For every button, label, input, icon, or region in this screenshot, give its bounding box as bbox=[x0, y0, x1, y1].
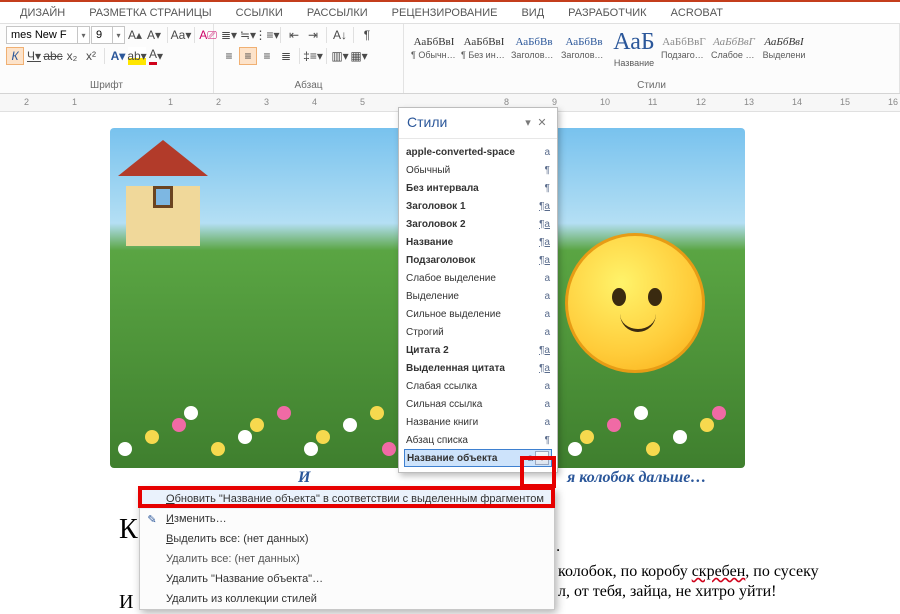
menu-item[interactable]: Удалить "Название объекта"… bbox=[140, 569, 554, 589]
highlight-icon[interactable]: ab▾ bbox=[128, 47, 146, 65]
style-row[interactable]: Абзац списка¶ bbox=[404, 431, 552, 449]
subscript-icon[interactable]: x₂ bbox=[63, 47, 81, 65]
group-styles: АаБбВвІ¶ ОбычныйАаБбВвІ¶ Без инте…АаБбВв… bbox=[404, 24, 900, 93]
style-row[interactable]: Выделенная цитата¶a bbox=[404, 359, 552, 377]
pane-options-icon[interactable]: ▾ bbox=[521, 116, 535, 129]
style-row[interactable]: Цитата 2¶a bbox=[404, 341, 552, 359]
tab-вид[interactable]: ВИД bbox=[509, 5, 556, 23]
styles-pane: Стили ▾ ✕ apple-converted-spaceaОбычный¶… bbox=[398, 107, 558, 473]
style-row[interactable]: Сильное выделениеa bbox=[404, 305, 552, 323]
bullets-icon[interactable]: ≣▾ bbox=[220, 26, 238, 44]
style-thumb[interactable]: АаБНазвание bbox=[610, 26, 658, 70]
font-family-combo[interactable]: ▾ bbox=[6, 26, 90, 44]
doc-line: колобок, по коробу скребен, по сусеку bbox=[558, 563, 819, 581]
sun-character bbox=[565, 233, 705, 373]
house-icon bbox=[118, 140, 208, 250]
font-size-input[interactable] bbox=[92, 27, 112, 43]
text-effects-icon[interactable]: A▾ bbox=[109, 47, 127, 65]
tab-разметка страницы[interactable]: РАЗМЕТКА СТРАНИЦЫ bbox=[77, 5, 223, 23]
quick-styles-gallery[interactable]: АаБбВвІ¶ ОбычныйАаБбВвІ¶ Без инте…АаБбВв… bbox=[410, 26, 808, 70]
shading-icon[interactable]: ▥▾ bbox=[331, 47, 349, 65]
borders-icon[interactable]: ▦▾ bbox=[350, 47, 368, 65]
caption-text: я колобок дальше… bbox=[567, 469, 706, 487]
align-left-icon[interactable]: ≡ bbox=[220, 47, 238, 65]
group-label: Абзац bbox=[214, 79, 403, 93]
group-label: Стили bbox=[404, 79, 899, 93]
strike-icon[interactable]: abc bbox=[44, 47, 62, 65]
style-row[interactable]: Сильная ссылкаa bbox=[404, 395, 552, 413]
italic-icon[interactable]: К bbox=[6, 47, 24, 65]
style-row[interactable]: Название¶a bbox=[404, 233, 552, 251]
style-thumb[interactable]: АаБбВвІВыделени bbox=[760, 26, 808, 70]
align-right-icon[interactable]: ≡ bbox=[258, 47, 276, 65]
tab-рецензирование[interactable]: РЕЦЕНЗИРОВАНИЕ bbox=[380, 5, 510, 23]
shrink-font-icon[interactable]: A▾ bbox=[145, 26, 163, 44]
style-row[interactable]: Название объектаa▾ bbox=[404, 449, 552, 467]
style-thumb[interactable]: АаБбВвІ¶ Без инте… bbox=[460, 26, 508, 70]
menu-item[interactable]: Удалить из коллекции стилей bbox=[140, 589, 554, 609]
style-row[interactable]: Строгийa bbox=[404, 323, 552, 341]
ribbon: ▾ ▾ A▴ A▾ Aa▾ A⎚ К Ч▾ abc x₂ x² bbox=[0, 24, 900, 94]
tab-разработчик[interactable]: РАЗРАБОТЧИК bbox=[556, 5, 658, 23]
doc-line: И bbox=[119, 591, 133, 614]
menu-item[interactable]: Выделить все: (нет данных) bbox=[140, 529, 554, 549]
style-row[interactable]: Слабая ссылкаa bbox=[404, 377, 552, 395]
styles-list: apple-converted-spaceaОбычный¶Без интерв… bbox=[399, 139, 557, 472]
style-thumb[interactable]: АаБбВвІ¶ Обычный bbox=[410, 26, 458, 70]
menu-item[interactable]: Обновить "Название объекта" в соответств… bbox=[140, 489, 554, 509]
caption-initial: И bbox=[298, 469, 310, 487]
superscript-icon[interactable]: x² bbox=[82, 47, 100, 65]
style-row[interactable]: Слабое выделениеa bbox=[404, 269, 552, 287]
chevron-down-icon[interactable]: ▾ bbox=[112, 27, 124, 43]
indent-icon[interactable]: ⇥ bbox=[304, 26, 322, 44]
style-row[interactable]: Обычный¶ bbox=[404, 161, 552, 179]
outdent-icon[interactable]: ⇤ bbox=[285, 26, 303, 44]
style-row[interactable]: Без интервала¶ bbox=[404, 179, 552, 197]
chevron-down-icon[interactable]: ▾ bbox=[77, 27, 89, 43]
doc-line: л, от тебя, зайца, не хитро уйти! bbox=[558, 583, 776, 601]
drop-cap: К bbox=[119, 514, 138, 546]
style-context-menu: Обновить "Название объекта" в соответств… bbox=[139, 488, 555, 610]
close-icon[interactable]: ✕ bbox=[535, 116, 549, 129]
style-row[interactable]: Заголовок 1¶a bbox=[404, 197, 552, 215]
ribbon-tabs: ДИЗАЙНРАЗМЕТКА СТРАНИЦЫССЫЛКИРАССЫЛКИРЕЦ… bbox=[0, 2, 900, 24]
group-paragraph: ≣▾ ≒▾ ⋮≡▾ ⇤ ⇥ A↓ ¶ ≡ ≡ ≡ ≣ ‡≡▾ ▥▾ ▦▾ bbox=[214, 24, 404, 93]
tab-ссылки[interactable]: ССЫЛКИ bbox=[224, 5, 295, 23]
style-thumb[interactable]: АаБбВвЗаголово… bbox=[560, 26, 608, 70]
style-row[interactable]: Заголовок 2¶a bbox=[404, 215, 552, 233]
style-thumb[interactable]: АаБбВвГСлабое в… bbox=[710, 26, 758, 70]
menu-item[interactable]: ✎Изменить… bbox=[140, 509, 554, 529]
pane-title: Стили bbox=[407, 114, 521, 130]
tab-acrobat[interactable]: ACROBAT bbox=[659, 5, 735, 23]
tab-рассылки[interactable]: РАССЫЛКИ bbox=[295, 5, 380, 23]
align-center-icon[interactable]: ≡ bbox=[239, 47, 257, 65]
font-size-combo[interactable]: ▾ bbox=[91, 26, 125, 44]
font-family-input[interactable] bbox=[7, 27, 77, 43]
line-spacing-icon[interactable]: ‡≡▾ bbox=[304, 47, 322, 65]
style-row[interactable]: Выделениеa bbox=[404, 287, 552, 305]
sort-icon[interactable]: A↓ bbox=[331, 26, 349, 44]
tab-дизайн[interactable]: ДИЗАЙН bbox=[8, 5, 77, 23]
style-dropdown-icon[interactable]: ▾ bbox=[535, 451, 549, 465]
underline-icon[interactable]: Ч▾ bbox=[25, 47, 43, 65]
justify-icon[interactable]: ≣ bbox=[277, 47, 295, 65]
group-label: Шрифт bbox=[0, 79, 213, 93]
style-thumb[interactable]: АаБбВвГПодзагол… bbox=[660, 26, 708, 70]
menu-item[interactable]: Удалить все: (нет данных) bbox=[140, 549, 554, 569]
style-row[interactable]: Название книгиa bbox=[404, 413, 552, 431]
change-case-icon[interactable]: Aa▾ bbox=[172, 26, 190, 44]
font-color-icon[interactable]: A▾ bbox=[147, 47, 165, 65]
style-thumb[interactable]: АаБбВвЗаголово… bbox=[510, 26, 558, 70]
style-row[interactable]: Подзаголовок¶a bbox=[404, 251, 552, 269]
pilcrow-icon[interactable]: ¶ bbox=[358, 26, 376, 44]
grow-font-icon[interactable]: A▴ bbox=[126, 26, 144, 44]
style-row[interactable]: apple-converted-spacea bbox=[404, 143, 552, 161]
multilevel-icon[interactable]: ⋮≡▾ bbox=[258, 26, 276, 44]
group-font: ▾ ▾ A▴ A▾ Aa▾ A⎚ К Ч▾ abc x₂ x² bbox=[0, 24, 214, 93]
